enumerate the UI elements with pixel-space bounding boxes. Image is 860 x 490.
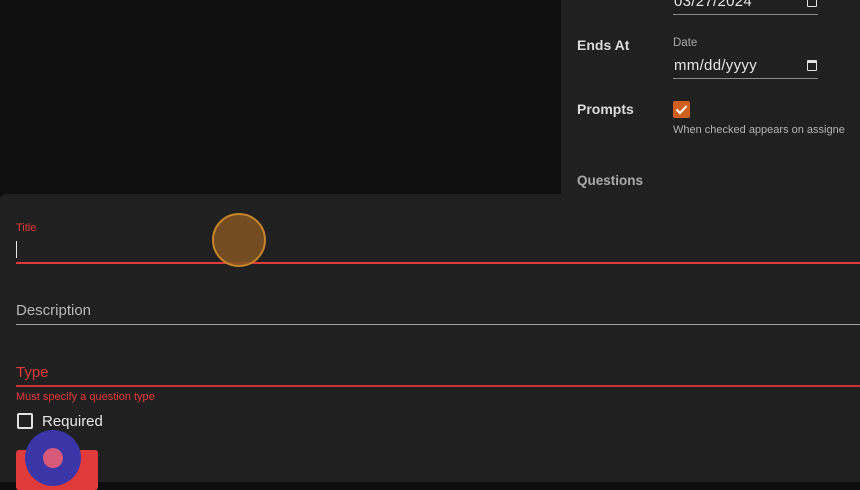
starts-at-date-input[interactable]: 03/27/2024 <box>673 0 818 15</box>
required-checkbox[interactable] <box>17 413 33 429</box>
title-input[interactable] <box>16 236 860 264</box>
cursor-highlight <box>212 213 266 267</box>
starts-at-date-value: 03/27/2024 <box>674 0 753 10</box>
ends-at-label: Ends At <box>577 37 630 53</box>
click-indicator-dot <box>43 448 63 468</box>
type-error-message: Must specify a question type <box>16 391 155 403</box>
questions-section-label: Questions <box>577 173 644 188</box>
click-indicator <box>25 430 81 486</box>
ends-at-date-value: mm/dd/yyyy <box>674 57 758 74</box>
settings-panel: 03/27/2024 Ends At Date mm/dd/yyyy Promp… <box>561 0 860 194</box>
description-field-label[interactable]: Description <box>16 302 91 319</box>
prompts-help-text: When checked appears on assigne <box>673 124 845 136</box>
check-icon <box>675 105 688 115</box>
title-field-label: Title <box>16 222 37 234</box>
prompts-checkbox[interactable] <box>673 101 690 118</box>
question-form-dialog: Title Description Type Must specify a qu… <box>0 194 860 490</box>
text-caret <box>16 241 17 258</box>
description-input[interactable] <box>16 324 860 325</box>
type-select-label[interactable]: Type <box>16 364 49 381</box>
calendar-icon[interactable] <box>807 60 817 71</box>
type-select[interactable] <box>16 385 860 387</box>
required-label[interactable]: Required <box>42 413 103 430</box>
calendar-icon[interactable] <box>807 0 817 7</box>
prompts-label: Prompts <box>577 101 634 117</box>
ends-at-date-label: Date <box>673 37 698 49</box>
ends-at-date-input[interactable]: mm/dd/yyyy <box>673 56 818 79</box>
backdrop <box>0 0 561 194</box>
